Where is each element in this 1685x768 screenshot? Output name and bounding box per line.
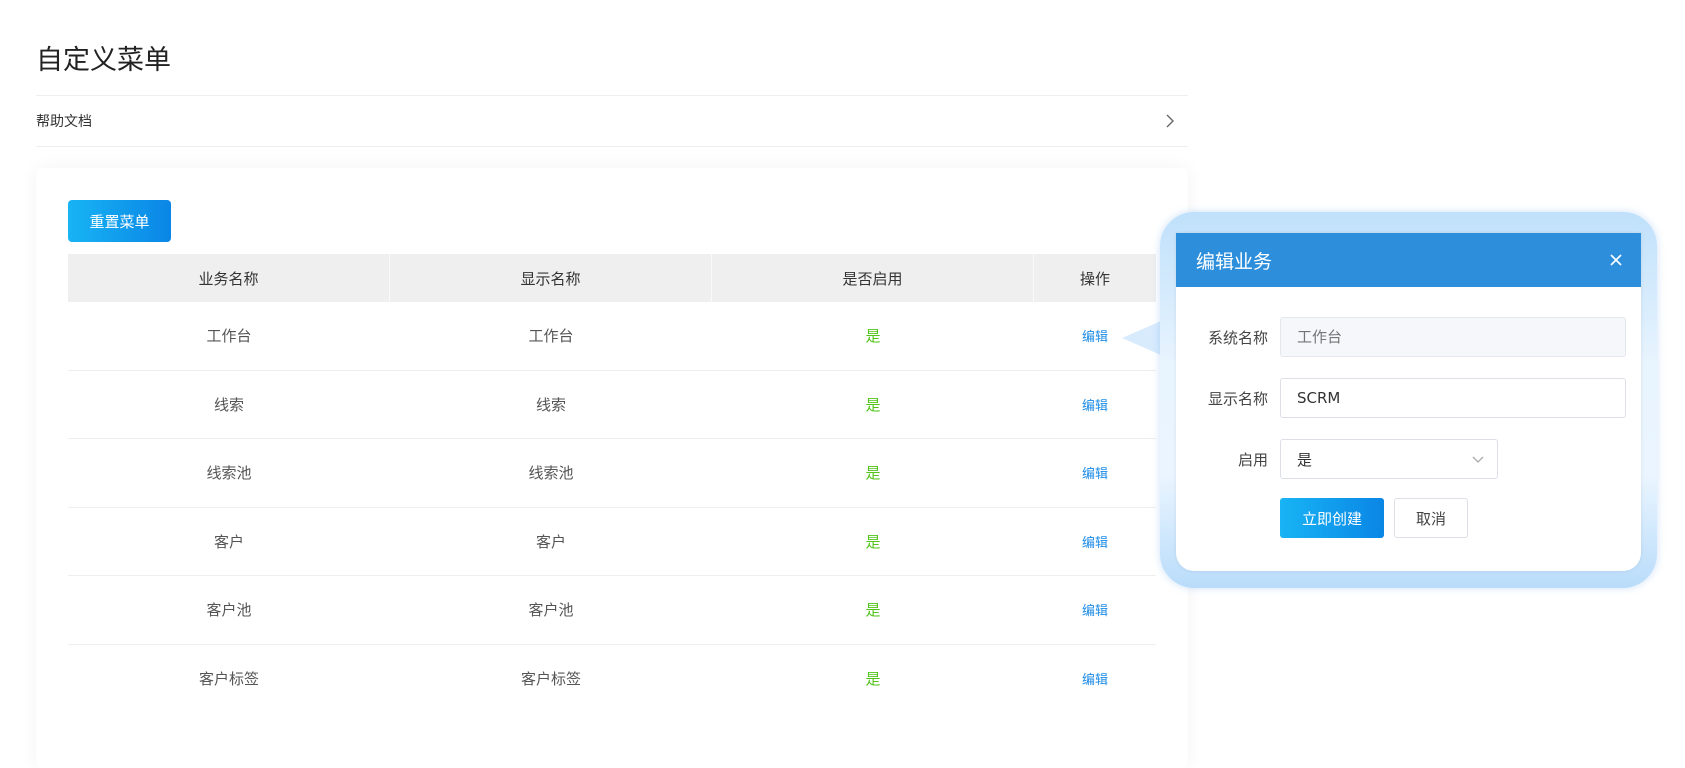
cell-display-name: 客户池 (528, 601, 574, 620)
edit-link[interactable]: 编辑 (1082, 600, 1108, 619)
column-header-business-name: 业务名称 (68, 254, 390, 302)
menu-card: 重置菜单 业务名称 显示名称 是否启用 操作 工作台 工作台 是 编辑 线索 线… (36, 168, 1188, 768)
table-row: 线索 线索 是 编辑 (68, 371, 1156, 439)
cell-business-name: 客户 (213, 532, 244, 551)
menu-table: 业务名称 显示名称 是否启用 操作 工作台 工作台 是 编辑 线索 线索 是 编… (68, 254, 1156, 713)
enable-label: 启用 (1237, 450, 1268, 469)
edit-business-dialog: 编辑业务 系统名称 显示名称 启用 是 立即创建 取消 (1176, 233, 1641, 571)
dialog-header: 编辑业务 (1176, 233, 1641, 287)
cell-display-name: 客户标签 (520, 670, 581, 689)
page-title: 自定义菜单 (36, 45, 171, 76)
close-icon[interactable] (1609, 253, 1623, 267)
cell-business-name: 客户池 (206, 601, 252, 620)
cell-action: 编辑 (1034, 508, 1156, 576)
edit-link[interactable]: 编辑 (1082, 532, 1108, 551)
create-now-button[interactable]: 立即创建 (1280, 498, 1384, 538)
chevron-down-icon (1472, 456, 1484, 463)
column-header-action: 操作 (1079, 269, 1110, 288)
cell-enabled: 是 (865, 464, 881, 483)
cell-display-name: 线索池 (528, 464, 574, 483)
display-name-input[interactable] (1280, 378, 1626, 418)
chevron-right-icon (1166, 114, 1174, 128)
edit-link[interactable]: 编辑 (1082, 395, 1108, 414)
enable-select-value: 是 (1297, 450, 1313, 469)
cell-enabled: 是 (865, 532, 881, 551)
table-row: 客户 客户 是 编辑 (68, 508, 1156, 576)
table-row: 客户标签 客户标签 是 编辑 (68, 645, 1156, 714)
cell-display-name: 线索 (535, 395, 566, 414)
cell-action: 编辑 (1034, 439, 1156, 507)
cell-enabled: 是 (865, 670, 881, 689)
edit-link[interactable]: 编辑 (1082, 463, 1108, 482)
cell-enabled: 是 (865, 601, 881, 620)
cell-business-name: 工作台 (206, 327, 252, 346)
enable-select[interactable]: 是 (1280, 439, 1498, 479)
cell-action: 编辑 (1034, 645, 1156, 714)
cell-business-name: 线索 (213, 395, 244, 414)
enable-row: 启用 是 (1176, 439, 1498, 479)
table-row: 客户池 客户池 是 编辑 (68, 576, 1156, 645)
display-name-label: 显示名称 (1207, 389, 1268, 408)
system-name-label: 系统名称 (1207, 328, 1268, 347)
help-docs-row[interactable]: 帮助文档 (36, 95, 1188, 147)
cancel-button[interactable]: 取消 (1394, 498, 1468, 538)
table-header: 业务名称 显示名称 是否启用 操作 (68, 254, 1156, 302)
table-row: 线索池 线索池 是 编辑 (68, 439, 1156, 508)
cell-display-name: 客户 (535, 532, 566, 551)
edit-link[interactable]: 编辑 (1082, 326, 1108, 345)
column-header-display-name: 显示名称 (390, 254, 712, 302)
cell-enabled: 是 (865, 395, 881, 414)
dialog-title: 编辑业务 (1196, 250, 1273, 273)
edit-link[interactable]: 编辑 (1082, 669, 1108, 688)
cell-action: 编辑 (1034, 576, 1156, 644)
cell-display-name: 工作台 (528, 327, 574, 346)
column-header-enabled: 是否启用 (712, 254, 1034, 302)
cell-enabled: 是 (865, 327, 881, 346)
table-row: 工作台 工作台 是 编辑 (68, 302, 1156, 371)
reset-menu-button[interactable]: 重置菜单 (68, 200, 171, 242)
cell-business-name: 线索池 (206, 464, 252, 483)
system-name-row: 系统名称 (1176, 317, 1626, 357)
cell-business-name: 客户标签 (198, 670, 259, 689)
cell-action: 编辑 (1034, 371, 1156, 439)
display-name-row: 显示名称 (1176, 378, 1626, 418)
system-name-input (1280, 317, 1626, 357)
help-docs-label: 帮助文档 (36, 114, 92, 130)
